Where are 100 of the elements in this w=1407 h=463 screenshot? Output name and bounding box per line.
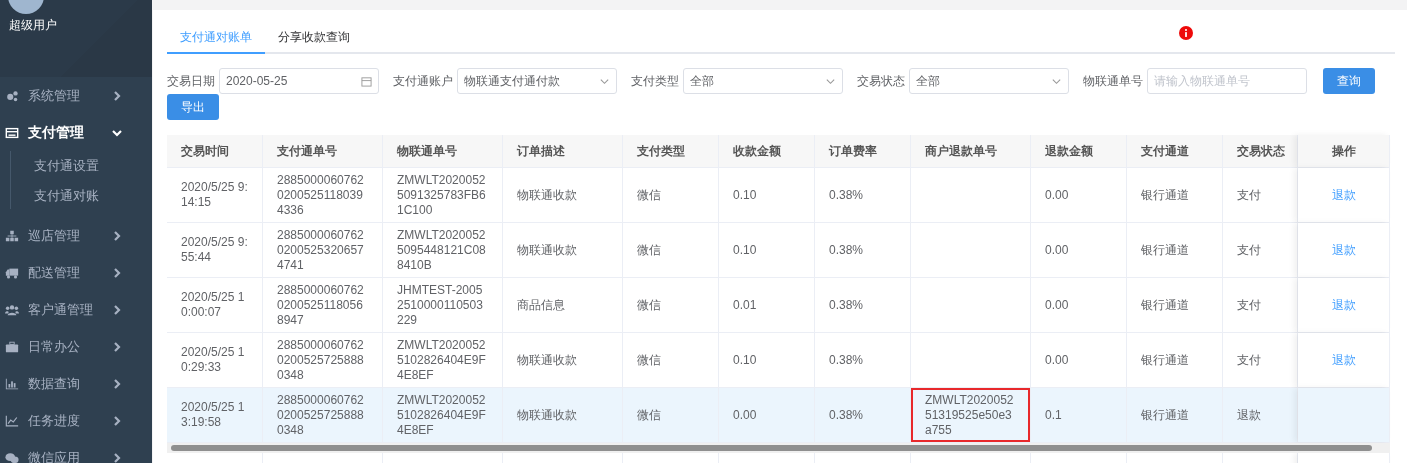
- table-cell-text: ZMWLT202005251319525e50e3a755: [925, 392, 1015, 438]
- export-button[interactable]: 导出: [167, 94, 219, 120]
- refund-link[interactable]: 退款: [1331, 296, 1356, 314]
- table-cell: 物联通收款: [517, 407, 577, 423]
- select-field[interactable]: 全部: [683, 68, 843, 94]
- table-row[interactable]: 2020/5/25 10:00:07 288500006076202005251180568947 JHMTEST-20052510000110503229 商品信息 微信 0.01 0.38% 0.00 银行通道 支付 退款: [167, 278, 1390, 333]
- table-cell: 微信: [637, 187, 661, 203]
- table-cell: 0.00: [733, 407, 757, 423]
- refund-link[interactable]: 退款: [1331, 241, 1356, 259]
- select-field[interactable]: 全部: [909, 68, 1069, 94]
- tab[interactable]: 支付通对账单: [167, 29, 265, 54]
- input-field[interactable]: 请输入物联通单号: [1147, 68, 1307, 94]
- table-cell: 银行通道: [1141, 352, 1189, 368]
- column-header: 收款金额: [719, 135, 815, 167]
- table-cell: 银行通道: [1141, 242, 1189, 258]
- table-cell-text: ZMWLT20200525102826404E9F4E8EF: [397, 392, 487, 438]
- column-header: 交易状态: [1223, 135, 1298, 167]
- table-row[interactable]: 2020/5/25 9:14:15 288500006076202005251180394336 ZMWLT20200525091325783FB61C100 物联通收款 微信 0.10 0.38% 0.00 银行通道 支付 退款: [167, 168, 1390, 223]
- table-cell: 微信: [637, 407, 661, 423]
- card-icon: [5, 125, 19, 140]
- table-cell: 退款: [1237, 407, 1261, 423]
- table-cell: 0.38%: [829, 352, 864, 368]
- table-cell: 0.38%: [829, 297, 864, 313]
- filter-label: 交易日期: [167, 72, 215, 90]
- column-header: 商户退款单号: [911, 135, 1031, 167]
- column-header: 支付通道: [1127, 135, 1223, 167]
- horizontal-scrollbar[interactable]: [167, 443, 1390, 453]
- chevron-right-icon: [112, 452, 122, 463]
- nav-item[interactable]: 微信应用: [0, 439, 152, 463]
- table-cell-text: ZMWLT20200525095448121C088410B: [397, 227, 487, 273]
- nav-item[interactable]: 支付管理: [0, 114, 152, 151]
- chevron-right-icon: [112, 415, 122, 426]
- table-cell-text: JHMTEST-20052510000110503229: [397, 282, 484, 328]
- chevron-right-icon: [112, 267, 122, 278]
- search-button[interactable]: 查询: [1323, 68, 1375, 94]
- column-header: 物联通单号: [383, 135, 503, 167]
- nav-item[interactable]: 任务进度: [0, 402, 152, 439]
- table-cell: 2020/5/25 9:14:15: [181, 180, 248, 210]
- nav-item[interactable]: 配送管理: [0, 254, 152, 291]
- users-icon: [5, 302, 19, 317]
- table-cell: 支付: [1237, 242, 1261, 258]
- table-cell-text: 288500006076202005257258880348: [277, 392, 365, 438]
- nav-item[interactable]: 巡店管理: [0, 217, 152, 254]
- tab[interactable]: 分享收款查询: [265, 29, 363, 54]
- table-cell: 0.10: [733, 352, 757, 368]
- chevron-right-icon: [112, 90, 122, 101]
- table-cell: 微信: [637, 352, 661, 368]
- gears-icon: [5, 88, 19, 103]
- refund-link[interactable]: 退款: [1331, 351, 1356, 369]
- column-header: 订单费率: [815, 135, 911, 167]
- table-cell: 商品信息: [517, 297, 565, 313]
- nav-item[interactable]: 数据查询: [0, 365, 152, 402]
- briefcase-icon: [5, 339, 19, 354]
- select-field[interactable]: 物联通支付通付款: [457, 68, 617, 94]
- bar-chart-icon: [5, 376, 19, 391]
- table-cell: 0.00: [1045, 352, 1069, 368]
- table-cell: 0.38%: [829, 187, 864, 203]
- filter-label: 支付类型: [631, 72, 679, 90]
- info-icon[interactable]: [1179, 26, 1193, 40]
- table-cell: 0.10: [733, 242, 757, 258]
- column-header: 退款金额: [1031, 135, 1127, 167]
- column-header: 交易时间: [167, 135, 263, 167]
- nav-item[interactable]: 日常办公: [0, 328, 152, 365]
- nav-item[interactable]: 客户通管理: [0, 291, 152, 328]
- table-cell: 物联通收款: [517, 187, 577, 203]
- table-cell: 物联通收款: [517, 242, 577, 258]
- table-cell-text: 2020/5/25 13:19:58: [181, 400, 246, 430]
- table-row[interactable]: 2020/5/25 9:55:44 288500006076202005253206574741 ZMWLT20200525095448121C088410B 物联通收款 微信 0.10 0.38% 0.00 银行通道 支付 退款: [167, 223, 1390, 278]
- chevron-right-icon: [112, 230, 122, 241]
- table-cell-text: ZMWLT20200525091325783FB61C100: [397, 172, 487, 218]
- table-cell: 0.38%: [829, 407, 864, 423]
- submenu-item[interactable]: 支付通设置: [0, 151, 152, 181]
- table-cell-text: 288500006076202005251180568947: [277, 282, 365, 328]
- table-row[interactable]: 2020/5/25 10:29:33 288500006076202005257258880348 ZMWLT20200525102826404E9F4E8EF 物联通收款 微信 0.10 0.38% 0.00 银行通道 支付 退款: [167, 333, 1390, 388]
- table-cell: 0.00: [1045, 297, 1069, 313]
- table-cell-text: 288500006076202005253206574741: [277, 227, 365, 273]
- filter-label: 物联通单号: [1083, 72, 1143, 90]
- table-cell-text: 288500006076202005257258880348: [277, 337, 365, 383]
- table-cell: 0.00: [1045, 242, 1069, 258]
- table-cell: 银行通道: [1141, 407, 1189, 423]
- table-cell: 0.01: [733, 297, 757, 313]
- table-cell-text: 288500006076202005251180394336: [277, 172, 365, 218]
- table-cell: 0.38%: [829, 242, 864, 258]
- table-cell: 0.10: [733, 187, 757, 203]
- submenu-item[interactable]: 支付通对账: [0, 181, 152, 211]
- column-header: 订单描述: [503, 135, 623, 167]
- chevron-right-icon: [112, 304, 122, 315]
- filter-label: 交易状态: [857, 72, 905, 90]
- column-header: 操作: [1298, 135, 1390, 167]
- filter-label: 支付通账户: [393, 72, 453, 90]
- table-cell: 银行通道: [1141, 297, 1189, 313]
- nav-item[interactable]: 系统管理: [0, 77, 152, 114]
- table-cell: 2020/5/25 9:55:44: [181, 235, 248, 265]
- chat-bubbles-icon: [5, 450, 19, 463]
- table-cell: 支付: [1237, 187, 1261, 203]
- date-field[interactable]: 2020-05-25: [219, 68, 379, 94]
- refund-link[interactable]: 退款: [1331, 186, 1356, 204]
- column-header: 支付通单号: [263, 135, 383, 167]
- table-row[interactable]: 2020/5/25 13:19:58 288500006076202005257258880348 ZMWLT20200525102826404E9F4E8EF 物联通收款 微信 0.00 0.38% ZMWLT202005251319525e50e3a755 0.1 银行通道 退款: [167, 388, 1390, 443]
- calendar-icon: [361, 75, 372, 87]
